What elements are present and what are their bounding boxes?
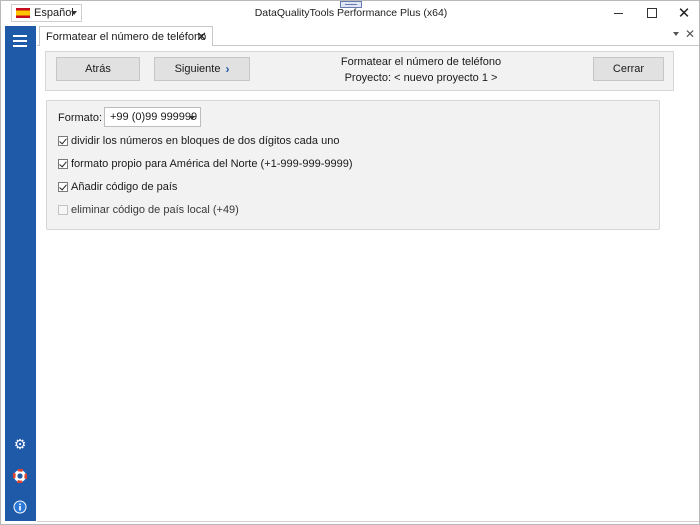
back-button-label: Atrás: [85, 63, 111, 75]
checkbox-checked-icon[interactable]: [58, 182, 68, 192]
close-window-button[interactable]: ✕: [667, 1, 700, 25]
info-icon[interactable]: [13, 500, 27, 514]
next-button-label: Siguiente: [174, 63, 221, 75]
checkbox-remove-local-country-code[interactable]: eliminar código de país local (+49): [58, 203, 239, 217]
maximize-button[interactable]: [635, 1, 669, 25]
wizard-title: Formatear el número de teléfono: [340, 56, 502, 68]
options-panel: Formato: +99 (0)99 999999 dividir los nú…: [46, 100, 660, 230]
bottom-divider: [37, 521, 699, 522]
checkbox-label: Añadir código de país: [71, 181, 178, 193]
checkbox-label: eliminar código de país local (+49): [71, 204, 239, 216]
checkbox-checked-icon[interactable]: [58, 136, 68, 146]
app-window: Español DataQualityTools Performance Plu…: [0, 0, 700, 525]
tab-format-phone-number[interactable]: Formatear el número de teléfono ✕: [39, 26, 213, 46]
checkbox-disabled-icon[interactable]: [58, 205, 68, 215]
chevron-down-icon: [189, 116, 195, 120]
chevron-right-icon: ›: [225, 62, 230, 76]
sidebar: ⚙: [5, 26, 36, 521]
format-label: Formato:: [58, 112, 103, 124]
gear-icon[interactable]: ⚙: [13, 437, 27, 451]
tab-label: Formatear el número de teléfono: [46, 30, 207, 43]
wizard-project: Proyecto: < nuevo proyecto 1 >: [344, 72, 498, 84]
close-document-icon[interactable]: ✕: [685, 27, 695, 41]
lifebuoy-icon[interactable]: [13, 469, 27, 483]
checkbox-label: formato propio para América del Norte (+…: [71, 158, 353, 170]
window-title: DataQualityTools Performance Plus (x64): [254, 7, 448, 19]
drag-grip-icon[interactable]: [340, 1, 362, 8]
checkbox-north-america-format[interactable]: formato propio para América del Norte (+…: [58, 157, 353, 171]
close-tab-icon[interactable]: ✕: [196, 29, 207, 45]
close-button[interactable]: Cerrar: [593, 57, 664, 81]
wizard-nav-panel: Atrás Siguiente › Formatear el número de…: [45, 51, 674, 91]
format-dropdown-value: +99 (0)99 999999: [110, 111, 198, 123]
tab-list-dropdown-icon[interactable]: [673, 32, 679, 36]
next-button[interactable]: Siguiente ›: [154, 57, 250, 81]
checkbox-split-two-digit-blocks[interactable]: dividir los números en bloques de dos dí…: [58, 134, 339, 148]
document-tabstrip: Formatear el número de teléfono ✕ ✕: [37, 26, 699, 46]
format-dropdown[interactable]: +99 (0)99 999999: [104, 107, 201, 127]
hamburger-menu-icon[interactable]: [13, 35, 27, 47]
main-content: Atrás Siguiente › Formatear el número de…: [37, 47, 699, 521]
minimize-button[interactable]: [601, 1, 635, 25]
title-bar: Español DataQualityTools Performance Plu…: [1, 1, 699, 26]
checkbox-add-country-code[interactable]: Añadir código de país: [58, 180, 177, 194]
checkbox-checked-icon[interactable]: [58, 159, 68, 169]
checkbox-label: dividir los números en bloques de dos dí…: [71, 135, 340, 147]
back-button[interactable]: Atrás: [56, 57, 140, 81]
close-button-label: Cerrar: [612, 63, 645, 75]
